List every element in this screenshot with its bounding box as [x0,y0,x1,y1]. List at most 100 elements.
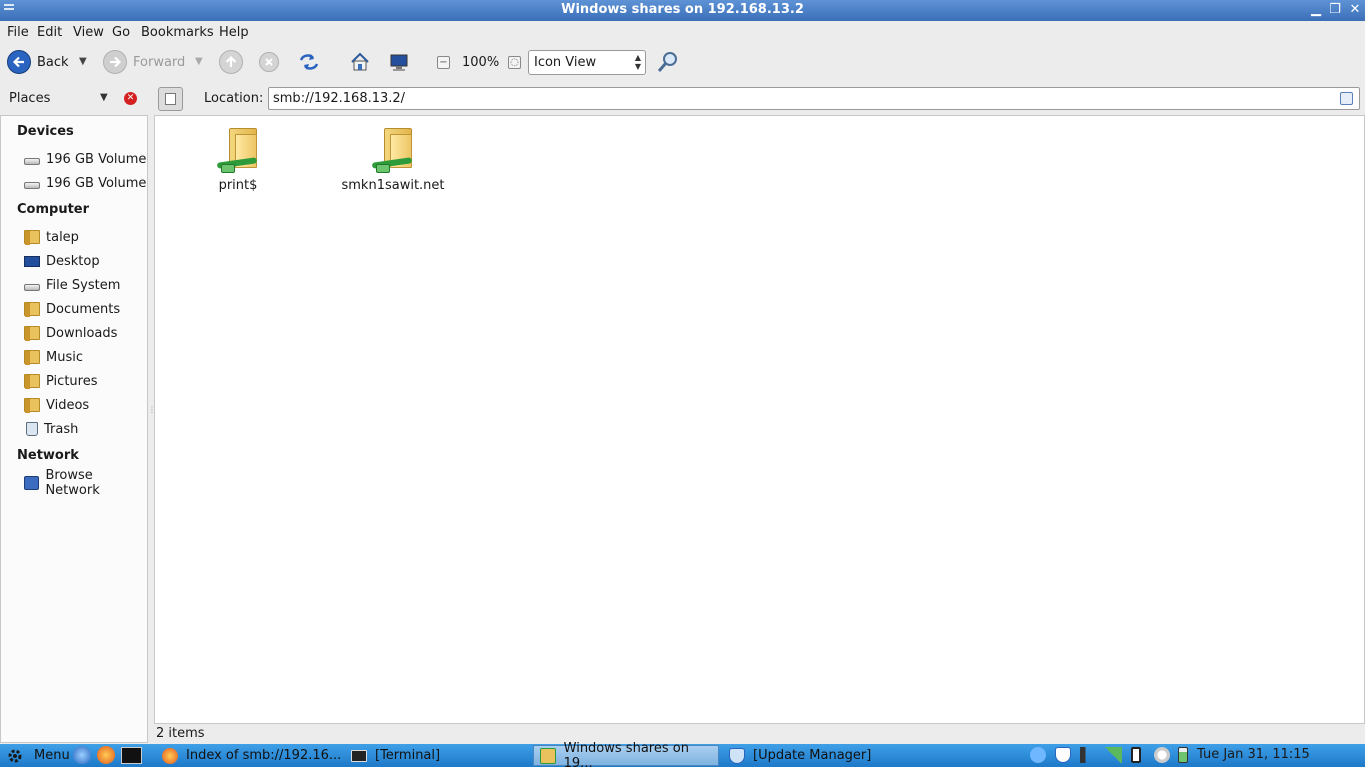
terminal-icon [351,749,367,762]
file-item-print[interactable]: print$ [183,126,293,193]
maximize-button[interactable]: ❐ [1328,3,1342,17]
task-label: Index of smb://192.16... [186,748,342,763]
sidebar-item-volume-1[interactable]: 196 GB Volume [24,149,146,169]
location-label: Location: [204,91,264,106]
clear-location-icon[interactable] [1340,92,1353,105]
close-sidebar-button[interactable]: ✕ [124,92,137,105]
menu-label: Menu [34,748,70,763]
home-button[interactable] [349,51,371,73]
task-terminal[interactable]: [Terminal] [351,744,440,767]
clock[interactable]: Tue Jan 31, 11:15 [1197,747,1310,762]
sidebar-item-file-system[interactable]: File System [24,275,120,295]
stop-icon [259,52,279,72]
item-count: 2 items [156,726,205,741]
toolbar: Back ▼ Forward ▼ − 100% ◌ [0,43,1365,81]
drive-icon [24,157,40,165]
search-button[interactable] [656,50,680,74]
location-toggle-button[interactable] [158,87,183,111]
menu-view[interactable]: View [73,25,104,40]
computer-heading: Computer [17,202,90,217]
menu-help[interactable]: Help [219,25,249,40]
home-folder-icon [24,230,40,245]
minimize-button[interactable]: ▁ [1309,3,1323,17]
up-arrow-icon [219,50,243,74]
back-arrow-icon [7,50,31,74]
sidebar-item-music[interactable]: Music [24,347,83,367]
firefox-icon [162,747,178,764]
menu-edit[interactable]: Edit [37,25,62,40]
zoom-level: 100% [462,55,500,70]
sidebar-item-downloads[interactable]: Downloads [24,323,117,343]
sidebar-item-videos[interactable]: Videos [24,395,89,415]
menu-bookmarks[interactable]: Bookmarks [141,25,214,40]
sidebar-item-browse-network[interactable]: Browse Network [24,468,147,498]
task-file-manager[interactable]: Windows shares on 19... [533,741,719,767]
menu-file[interactable]: File [7,25,29,40]
location-input[interactable]: smb://192.168.13.2/ [268,87,1360,110]
music-folder-icon [24,350,40,365]
task-label: Windows shares on 19... [563,740,689,767]
sidebar-item-talep[interactable]: talep [24,227,79,247]
sidebar-item-label: Pictures [46,373,98,389]
task-update-manager[interactable]: [Update Manager] [729,744,871,767]
forward-history-dropdown[interactable]: ▼ [195,56,203,67]
sidebar-item-desktop[interactable]: Desktop [24,251,100,271]
zoom-reset-button[interactable]: ◌ [508,56,521,69]
devices-heading: Devices [17,124,74,139]
power-icon[interactable] [1178,747,1188,763]
sidebar-item-pictures[interactable]: Pictures [24,371,97,391]
view-mode-select[interactable]: Icon View ▲ ▼ [528,50,646,75]
back-button[interactable]: Back [7,50,69,74]
launcher-browser-icon[interactable] [73,746,91,764]
title-bar[interactable]: Windows shares on 192.168.13.2 ▁ ❐ ✕ [0,0,1365,21]
pictures-folder-icon [24,374,40,389]
sidebar-item-documents[interactable]: Documents [24,299,120,319]
battery-icon[interactable] [1131,747,1141,763]
sidebar-item-trash[interactable]: Trash [24,419,78,439]
file-item-label: smkn1sawit.net [341,178,445,193]
computer-icon [390,54,408,71]
launcher-terminal-icon[interactable] [121,747,142,764]
sidebar-item-volume-2[interactable]: 196 GB Volume [24,173,146,193]
sidebar-item-label: 196 GB Volume [46,151,147,167]
network-share-folder-icon [370,126,416,174]
launcher-firefox-icon[interactable] [97,746,115,764]
close-button[interactable]: ✕ [1348,3,1362,17]
select-arrows-icon: ▲ ▼ [634,53,641,71]
network-icon [24,476,40,490]
file-view[interactable]: print$ smkn1sawit.net [154,115,1365,724]
up-button[interactable] [219,50,243,74]
videos-folder-icon [24,398,40,413]
file-item-smkn1sawit[interactable]: smkn1sawit.net [338,126,448,193]
window-title: Windows shares on 192.168.13.2 [561,2,804,17]
zoom-out-button[interactable]: − [437,56,450,69]
file-item-label: print$ [218,178,258,193]
computer-button[interactable] [388,52,410,74]
sidebar-item-label: Music [46,349,83,365]
network-applet-icon[interactable] [1030,747,1046,763]
update-shield-icon[interactable] [1055,747,1071,763]
gear-icon [8,749,22,762]
sidebar-item-label: 196 GB Volume [46,175,147,191]
places-dropdown-button[interactable]: ▼ [100,92,108,103]
sidebar-item-label: talep [46,229,79,245]
reload-icon [299,54,319,70]
location-row: Places ▼ ✕ Location: smb://192.168.13.2/ [0,81,1365,115]
start-menu-button[interactable]: Menu [6,744,70,767]
back-history-dropdown[interactable]: ▼ [79,56,87,67]
stop-button[interactable] [259,52,279,72]
volume-icon[interactable] [1080,747,1094,763]
drive-icon [24,283,40,291]
forward-button[interactable]: Forward [103,50,185,74]
task-label: [Update Manager] [753,748,872,763]
home-icon [351,52,369,71]
brightness-icon[interactable] [1154,747,1170,763]
wifi-signal-icon[interactable] [1104,747,1122,763]
menu-go[interactable]: Go [112,25,130,40]
taskbar: Menu Index of smb://192.16... [Terminal]… [0,741,1365,767]
reload-button[interactable] [298,51,320,73]
task-firefox[interactable]: Index of smb://192.16... [162,744,341,767]
forward-arrow-icon [103,50,127,74]
back-label: Back [37,54,69,70]
sidebar-item-label: Desktop [46,253,100,269]
